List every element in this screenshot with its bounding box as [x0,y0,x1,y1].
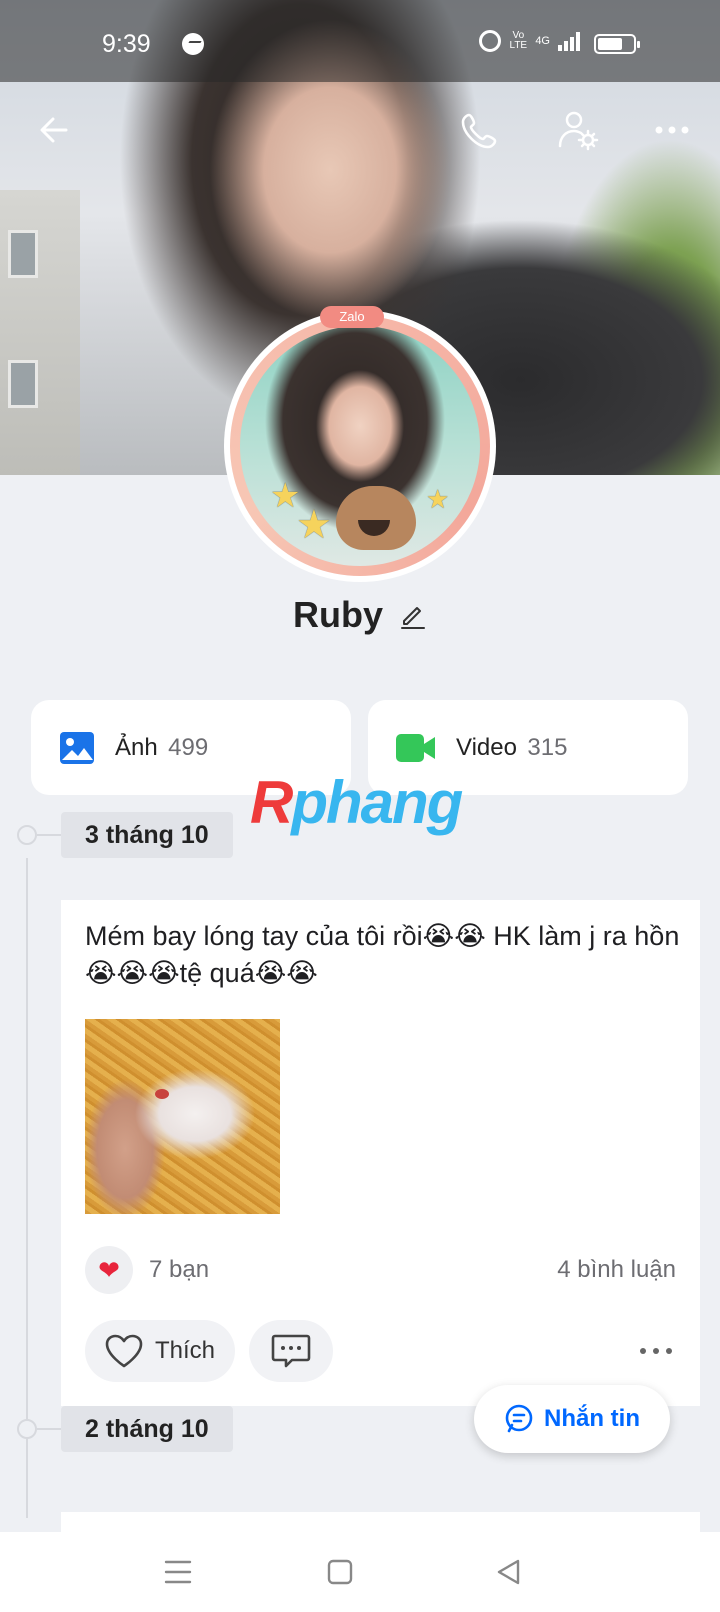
image-icon [60,731,94,764]
photos-count: 499 [168,733,209,761]
video-camera-icon [396,733,435,762]
videos-label: Video [456,733,517,761]
status-icons: Vo LTE 4G [479,30,580,52]
timeline-connector [37,1428,61,1430]
more-horizontal-icon [655,126,689,134]
timeline-connector [37,834,61,836]
back-button[interactable] [24,100,84,160]
nav-home-button[interactable] [318,1550,362,1594]
profile-toolbar [0,100,720,160]
cover-window [8,230,38,278]
post-actions: Thích [85,1320,676,1382]
reaction-summary: ❤ 7 bạn 4 bình luận [85,1245,676,1295]
cover-window [8,360,38,408]
status-bar: 9:39 Vo LTE 4G [0,0,720,82]
alarm-icon [479,30,502,52]
volte-label: Vo LTE [509,30,528,51]
comment-count[interactable]: 4 bình luận [557,1256,676,1284]
like-button[interactable]: Thích [85,1320,236,1382]
arrow-left-icon [40,117,68,143]
zalo-frame-badge: Zalo [320,306,384,328]
avatar-frame: ★ ★ ★ [230,316,490,576]
date-chip: 2 tháng 10 [61,1406,233,1452]
star-sticker: ★ [426,484,450,514]
comment-button[interactable] [249,1320,334,1382]
network-label: 4G [535,35,550,47]
nav-back-button[interactable] [486,1550,530,1594]
watermark-logo: Rphang [250,768,480,838]
signal-icon [558,31,580,51]
status-time: 9:39 [102,30,151,58]
feed-post-next[interactable] [61,1512,700,1532]
square-icon [327,1559,353,1585]
menu-lines-icon [164,1560,192,1584]
battery-icon [594,34,640,54]
avatar-image: ★ ★ ★ [240,326,480,566]
post-more-button[interactable] [636,1331,676,1371]
feed-post[interactable]: Mém bay lóng tay của tôi rồi😭😭 HK làm j … [61,900,700,1406]
user-settings-icon [558,111,599,151]
heart-outline-icon [105,1334,143,1368]
profile-name: Ruby [293,594,383,635]
watermark-first-letter: R [250,769,293,836]
post-image-detail [155,1089,169,1099]
star-sticker: ★ [296,503,332,547]
comment-bubble-icon [271,1334,311,1368]
watermark-rest: phang [291,769,463,836]
cover-building [0,190,80,475]
photos-label: Ảnh [115,733,158,761]
more-options-button[interactable] [642,100,702,160]
nav-recents-button[interactable] [156,1550,200,1594]
edit-pencil-icon[interactable] [399,601,427,629]
send-message-button[interactable]: Nhắn tin [474,1385,670,1453]
more-horizontal-icon [640,1348,672,1354]
post-image[interactable] [85,1019,280,1214]
videos-count: 315 [527,733,568,761]
post-text: Mém bay lóng tay của tôi rồi😭😭 HK làm j … [85,921,680,988]
profile-avatar[interactable]: ★ ★ ★ Zalo [224,306,496,582]
messenger-icon [182,33,204,55]
call-button[interactable] [450,100,510,160]
send-message-label: Nhắn tin [544,1405,640,1432]
date-chip: 3 tháng 10 [61,812,233,858]
profile-settings-button[interactable] [548,100,608,160]
like-label: Thích [155,1337,216,1364]
reaction-count[interactable]: 7 bạn [149,1256,209,1284]
capybara-sticker [336,486,416,550]
profile-name-row: Ruby [0,590,720,640]
heart-reaction-icon[interactable]: ❤ [85,1246,133,1294]
system-nav-bar [0,1532,720,1612]
timeline-dot [17,825,37,845]
timeline-dot [17,1419,37,1439]
triangle-back-icon [497,1559,520,1585]
phone-icon [461,113,497,149]
chat-bubble-icon [505,1404,533,1433]
